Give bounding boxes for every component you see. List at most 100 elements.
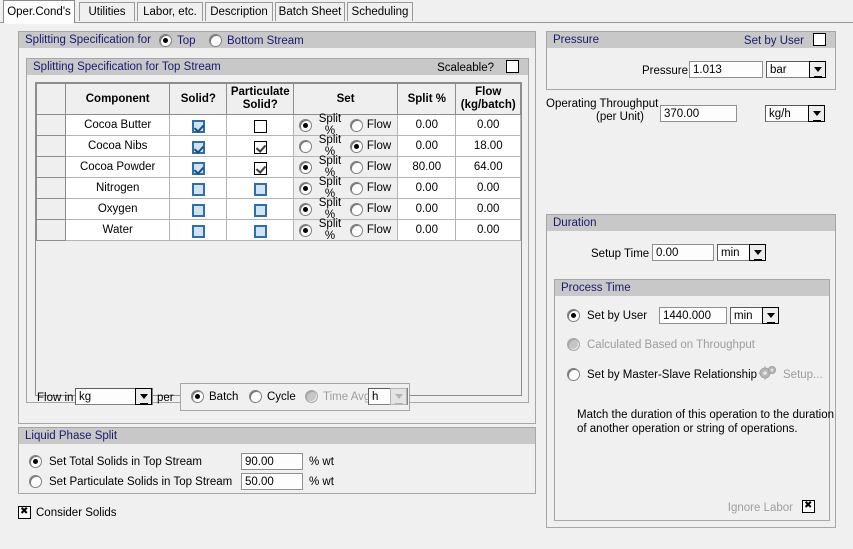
cell-solid[interactable] xyxy=(169,198,228,220)
radio-set-split-pct[interactable] xyxy=(299,139,313,153)
cell-component[interactable]: Cocoa Nibs xyxy=(65,135,171,157)
cell-component[interactable]: Oxygen xyxy=(65,198,171,220)
row-selector-cell[interactable] xyxy=(35,177,67,199)
radio-set-split-pct[interactable] xyxy=(299,118,313,132)
radio-set-split-pct[interactable] xyxy=(299,202,313,216)
tab-description[interactable]: Description xyxy=(205,2,273,21)
cell-solid-checkbox[interactable] xyxy=(191,204,205,217)
cell-component[interactable]: Cocoa Powder xyxy=(65,156,171,178)
cell-solid-checkbox[interactable] xyxy=(191,183,205,196)
cell-flow[interactable]: 64.00 xyxy=(455,156,521,178)
tab-labor-etc[interactable]: Labor, etc. xyxy=(137,2,203,21)
table-row[interactable]: Cocoa Butter Split % Flow 0.00 0.00 xyxy=(35,113,521,137)
cell-particulate-solid-checkbox[interactable] xyxy=(253,183,267,196)
radio-set-flow[interactable] xyxy=(349,160,363,174)
row-selector-cell[interactable] xyxy=(35,156,67,178)
throughput-unit-dropdown-button[interactable] xyxy=(808,105,825,122)
row-selector-cell[interactable] xyxy=(35,198,67,220)
radio-set-total-solids[interactable] xyxy=(29,455,42,468)
radio-bottom-stream[interactable] xyxy=(209,34,222,47)
cell-particulate-solid[interactable] xyxy=(226,177,295,199)
cell-split-pct[interactable]: 0.00 xyxy=(397,135,457,157)
cell-particulate-solid[interactable] xyxy=(226,198,295,220)
setup-time-unit-dropdown-button[interactable] xyxy=(749,244,766,261)
cell-set[interactable]: Split % Flow xyxy=(293,113,399,137)
cell-solid[interactable] xyxy=(169,156,228,178)
cell-flow[interactable]: 0.00 xyxy=(455,198,521,220)
radio-set-split-pct[interactable] xyxy=(299,223,313,237)
cell-component[interactable]: Nitrogen xyxy=(65,177,171,199)
table-row[interactable]: Oxygen Split % Flow 0.00 0.00 xyxy=(35,197,521,221)
cell-particulate-solid[interactable] xyxy=(226,114,295,136)
pressure-unit-dropdown-button[interactable] xyxy=(809,61,826,78)
cell-particulate-solid[interactable] xyxy=(226,135,295,157)
radio-set-flow[interactable] xyxy=(349,118,363,132)
ignore-labor-checkbox[interactable] xyxy=(802,499,815,513)
cell-solid[interactable] xyxy=(169,135,228,157)
cell-split-pct[interactable]: 0.00 xyxy=(397,177,457,199)
table-row[interactable]: Nitrogen Split % Flow 0.00 0.00 xyxy=(35,176,521,200)
tab-scheduling[interactable]: Scheduling xyxy=(347,2,413,21)
cell-particulate-solid-checkbox[interactable] xyxy=(253,141,267,154)
cell-set[interactable]: Split % Flow xyxy=(293,134,399,158)
cell-particulate-solid[interactable] xyxy=(226,156,295,178)
cell-solid[interactable] xyxy=(169,177,228,199)
cell-particulate-solid-checkbox[interactable] xyxy=(253,204,267,217)
cell-split-pct[interactable]: 0.00 xyxy=(397,114,457,136)
radio-set-flow[interactable] xyxy=(349,202,363,216)
scaleable-checkbox[interactable] xyxy=(506,60,519,73)
cell-split-pct[interactable]: 0.00 xyxy=(397,198,457,220)
radio-set-particulate-solids[interactable] xyxy=(29,475,42,488)
radio-master-slave[interactable] xyxy=(567,368,580,381)
radio-top-stream[interactable] xyxy=(159,34,172,47)
particulate-solids-input[interactable]: 50.00 xyxy=(241,473,303,490)
cell-flow[interactable]: 0.00 xyxy=(455,177,521,199)
cell-solid-checkbox[interactable] xyxy=(191,162,205,175)
tab-utilities[interactable]: Utilities xyxy=(79,2,135,21)
radio-basis-batch[interactable] xyxy=(191,390,204,403)
row-selector-cell[interactable] xyxy=(35,219,67,241)
flow-in-dropdown-button[interactable] xyxy=(135,388,152,405)
table-row[interactable]: Cocoa Nibs Split % Flow 0.00 18.00 xyxy=(35,134,521,158)
radio-set-flow[interactable] xyxy=(349,223,363,237)
cell-solid-checkbox[interactable] xyxy=(191,141,205,154)
radio-set-split-pct[interactable] xyxy=(299,160,313,174)
cell-set[interactable]: Split % Flow xyxy=(293,155,399,179)
pressure-set-by-user-checkbox[interactable] xyxy=(813,33,826,46)
row-selector-cell[interactable] xyxy=(35,135,67,157)
radio-set-flow[interactable] xyxy=(349,139,363,153)
tab-oper-conds[interactable]: Oper.Cond's xyxy=(3,0,75,23)
cell-component[interactable]: Water xyxy=(65,219,171,241)
cell-set[interactable]: Split % Flow xyxy=(293,176,399,200)
cell-solid-checkbox[interactable] xyxy=(191,225,205,238)
radio-process-set-by-user[interactable] xyxy=(567,309,580,322)
cell-particulate-solid-checkbox[interactable] xyxy=(253,162,267,175)
cell-solid[interactable] xyxy=(169,219,228,241)
pressure-value-input[interactable]: 1.013 xyxy=(689,61,763,78)
row-selector-cell[interactable] xyxy=(35,114,67,136)
cell-flow[interactable]: 0.00 xyxy=(455,219,521,241)
process-time-unit-dropdown-button[interactable] xyxy=(762,307,779,324)
total-solids-input[interactable]: 90.00 xyxy=(241,453,303,470)
throughput-value-input[interactable]: 370.00 xyxy=(660,105,737,122)
cell-particulate-solid-checkbox[interactable] xyxy=(253,120,267,133)
radio-set-flow[interactable] xyxy=(349,181,363,195)
cell-flow[interactable]: 0.00 xyxy=(455,114,521,136)
table-row[interactable]: Cocoa Powder Split % Flow 80.00 64.00 xyxy=(35,155,521,179)
cell-solid-checkbox[interactable] xyxy=(191,120,205,133)
radio-basis-cycle[interactable] xyxy=(249,390,262,403)
cell-split-pct[interactable]: 0.00 xyxy=(397,219,457,241)
cell-split-pct[interactable]: 80.00 xyxy=(397,156,457,178)
cell-set[interactable]: Split % Flow xyxy=(293,197,399,221)
table-row[interactable]: Water Split % Flow 0.00 0.00 xyxy=(35,218,521,242)
cell-component[interactable]: Cocoa Butter xyxy=(65,114,171,136)
tab-batch-sheet[interactable]: Batch Sheet xyxy=(275,2,345,21)
setup-time-input[interactable]: 0.00 xyxy=(652,244,714,261)
process-time-value-input[interactable]: 1440.000 xyxy=(659,307,727,324)
cell-flow[interactable]: 18.00 xyxy=(455,135,521,157)
cell-solid[interactable] xyxy=(169,114,228,136)
cell-particulate-solid[interactable] xyxy=(226,219,295,241)
cell-particulate-solid-checkbox[interactable] xyxy=(253,225,267,238)
consider-solids-checkbox[interactable] xyxy=(18,505,31,519)
cell-set[interactable]: Split % Flow xyxy=(293,218,399,242)
